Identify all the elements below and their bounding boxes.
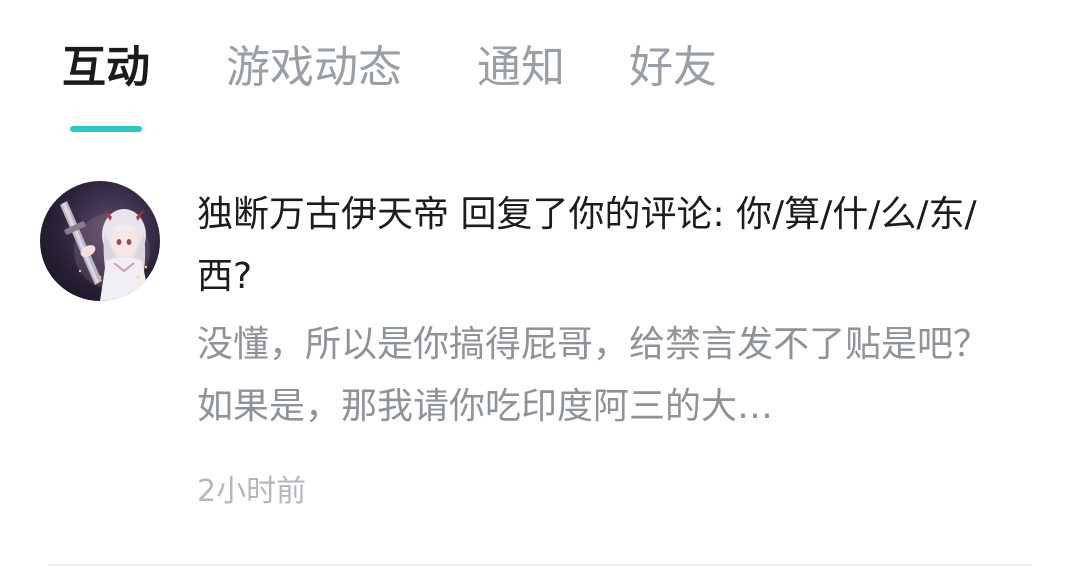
divider bbox=[48, 564, 1032, 566]
active-tab-indicator bbox=[70, 126, 142, 132]
tab-notifications[interactable]: 通知 bbox=[477, 38, 565, 98]
tab-friends[interactable]: 好友 bbox=[629, 38, 717, 98]
tab-game-updates[interactable]: 游戏动态 bbox=[226, 38, 402, 98]
tab-interactions[interactable]: 互动 bbox=[62, 38, 150, 98]
tab-bar: 互动 游戏动态 通知 好友 bbox=[0, 0, 1080, 140]
notification-title: 独断万古伊天帝 回复了你的评论: 你/算/什/么/东/西? bbox=[197, 194, 977, 297]
comment-preview: 没懂，所以是你搞得屁哥，给禁言发不了贴是吧？如果是，那我请你吃印度阿三的大… bbox=[197, 324, 990, 427]
avatar[interactable] bbox=[40, 181, 160, 301]
timestamp: 2小时前 bbox=[197, 474, 307, 509]
notification-content: 独断万古伊天帝 回复了你的评论: 你/算/什/么/东/西? 没懂，所以是你搞得屁… bbox=[197, 184, 1007, 512]
notification-item[interactable]: 独断万古伊天帝 回复了你的评论: 你/算/什/么/东/西? 没懂，所以是你搞得屁… bbox=[0, 170, 1080, 566]
anime-character-avatar-icon bbox=[60, 201, 150, 301]
